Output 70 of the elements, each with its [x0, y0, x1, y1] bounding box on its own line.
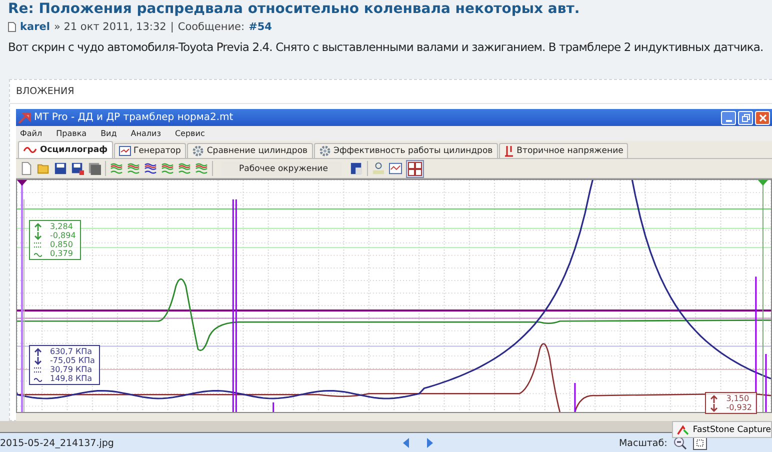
- chart-window-icon[interactable]: [388, 162, 402, 175]
- post-date: » 21 окт 2011, 13:32: [54, 21, 166, 33]
- minimize-icon: [726, 120, 732, 122]
- grid-layout-icon: [408, 162, 422, 176]
- dotted-lines-icon: [34, 240, 42, 248]
- waves-icon[interactable]: [144, 162, 157, 175]
- file-name: 2015-05-24_214137.jpg: [0, 438, 114, 448]
- down-arrow-icon: [710, 404, 718, 412]
- waves-icon[interactable]: [110, 162, 123, 175]
- save-workspace-icon[interactable]: [350, 162, 363, 175]
- restore-button[interactable]: [738, 110, 753, 124]
- down-arrow-icon: [34, 232, 42, 240]
- waves-icon[interactable]: [178, 162, 191, 175]
- new-file-icon[interactable]: [20, 162, 33, 175]
- previous-arrow-icon[interactable]: [402, 438, 409, 448]
- up-arrow-icon: [710, 394, 718, 402]
- tab[interactable]: Эффективность работы цилиндров: [314, 143, 498, 158]
- readout-value: 3,284: [50, 222, 73, 231]
- minimize-button[interactable]: [721, 110, 736, 124]
- document-icon: [8, 22, 16, 32]
- notification-popup[interactable]: FastStone Capture: [672, 421, 772, 438]
- zoom-label: Масштаб:: [618, 438, 668, 448]
- down-arrow-icon: [34, 356, 42, 364]
- layout-button[interactable]: [406, 160, 424, 178]
- tab[interactable]: Вторичное напряжение: [498, 143, 628, 158]
- wave-icon: [23, 145, 37, 155]
- message-number[interactable]: #54: [248, 21, 272, 33]
- post-body: Вот скрин с чудо автомобиля-Toyota Previa 2.4. Снято с выставленными валами и зажиганием. В трамблере 2 индуктивных датчика.: [8, 39, 764, 56]
- menu-item[interactable]: Вид: [100, 129, 117, 138]
- readout-value: 0,379: [50, 249, 73, 258]
- message-label: Сообщение:: [178, 21, 245, 33]
- tab[interactable]: Сравнение цилиндров: [186, 143, 313, 158]
- menu-item[interactable]: Правка: [56, 129, 87, 138]
- window-title: MT Pro - ДД и ДР трамблер норма2.mt: [34, 112, 234, 123]
- post-title[interactable]: Re: Положения распредвала относительно коленвала некоторых авт.: [8, 0, 764, 18]
- tab[interactable]: Осциллограф: [18, 141, 113, 158]
- chart-window-icon: [118, 146, 131, 156]
- menu-item[interactable]: Сервис: [174, 129, 205, 138]
- readout-value: -0,894: [50, 231, 76, 240]
- waves-icon[interactable]: [127, 162, 140, 175]
- dotted-lines-icon: [34, 366, 42, 374]
- readout-value: 3,150: [726, 394, 750, 403]
- readout-value: 630,7 КПа: [50, 347, 92, 356]
- up-arrow-icon: [34, 222, 42, 230]
- next-arrow-icon[interactable]: [426, 438, 433, 448]
- post-author[interactable]: karel: [20, 21, 50, 33]
- close-icon: [758, 114, 766, 122]
- up-arrow-icon: [34, 348, 42, 356]
- app-icon: [18, 112, 32, 124]
- menu-item[interactable]: Файл: [20, 129, 42, 138]
- close-button[interactable]: [755, 110, 770, 124]
- separator: |: [170, 21, 174, 33]
- waves-icon[interactable]: [161, 162, 174, 175]
- attachments-label: ВЛОЖЕНИЯ: [10, 80, 772, 104]
- menu-item[interactable]: Анализ: [130, 129, 161, 138]
- tab[interactable]: Генератор: [114, 143, 186, 158]
- readout-value: -75,05 КПа: [50, 356, 95, 365]
- gear-icon: [192, 145, 204, 157]
- readout-value: 149,8 КПа: [50, 374, 92, 383]
- save-as-icon[interactable]: [71, 162, 84, 175]
- gear-icon: [318, 145, 331, 157]
- readout-value: 30,79 КПа: [50, 365, 92, 374]
- readout-value: -0,932: [726, 403, 752, 412]
- save-icon[interactable]: [54, 162, 67, 175]
- capture-logo-icon: [677, 424, 689, 436]
- restore-icon: [742, 114, 750, 122]
- readout-value: 0,850: [50, 240, 73, 249]
- folder-icon[interactable]: [37, 162, 50, 175]
- popup-text: FastStone Capture: [692, 424, 771, 434]
- waves-icon[interactable]: [195, 162, 208, 175]
